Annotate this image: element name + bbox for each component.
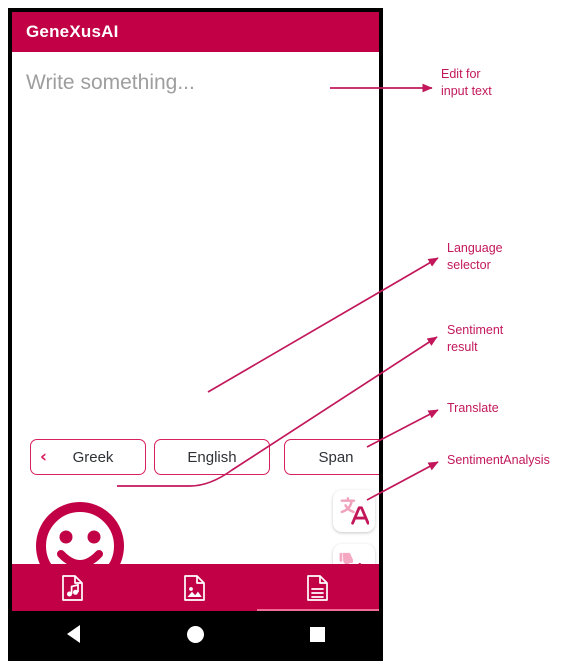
home-circle-icon [186, 625, 204, 643]
bottom-tab-bar [12, 564, 379, 611]
android-navigation-bar [12, 611, 379, 657]
phone-screen: GeneXusAI ‹ Greek English Span › [12, 12, 379, 657]
language-chip-next[interactable]: Span › [284, 439, 379, 475]
annotation-language-selector: Language selector [447, 241, 503, 272]
nav-back-button[interactable] [12, 625, 134, 643]
language-chip-previous-label: Greek [72, 448, 114, 466]
language-chip-current[interactable]: English [154, 439, 270, 475]
app-title: GeneXusAI [26, 22, 119, 41]
chevron-left-icon[interactable]: ‹ [40, 448, 47, 466]
translate-button[interactable] [333, 490, 375, 532]
nav-recents-button[interactable] [257, 626, 379, 642]
app-header: GeneXusAI [12, 12, 379, 52]
translate-icon [340, 497, 369, 525]
tab-image[interactable] [134, 564, 256, 611]
app-content-area: ‹ Greek English Span › [12, 52, 379, 590]
back-triangle-icon [66, 625, 80, 643]
annotation-edit-for-input-text: Edit for input text [441, 67, 492, 98]
tab-text[interactable] [256, 564, 379, 611]
image-file-icon [184, 574, 206, 601]
text-input-field[interactable] [26, 66, 365, 100]
phone-device-frame: GeneXusAI ‹ Greek English Span › [8, 8, 383, 661]
language-chip-current-label: English [187, 448, 237, 466]
language-selector: ‹ Greek English Span › [12, 438, 379, 476]
text-file-icon [306, 574, 328, 601]
audio-file-icon [62, 574, 84, 601]
annotation-sentiment-result: Sentiment result [447, 323, 504, 354]
annotation-translate: Translate [447, 401, 499, 415]
annotation-sentiment-analysis: SentimentAnalysis [447, 453, 550, 467]
tab-audio[interactable] [12, 564, 134, 611]
language-chip-next-label: Span [318, 448, 354, 466]
recents-square-icon [310, 626, 326, 642]
nav-home-button[interactable] [134, 625, 256, 643]
language-chip-previous[interactable]: ‹ Greek [30, 439, 146, 475]
